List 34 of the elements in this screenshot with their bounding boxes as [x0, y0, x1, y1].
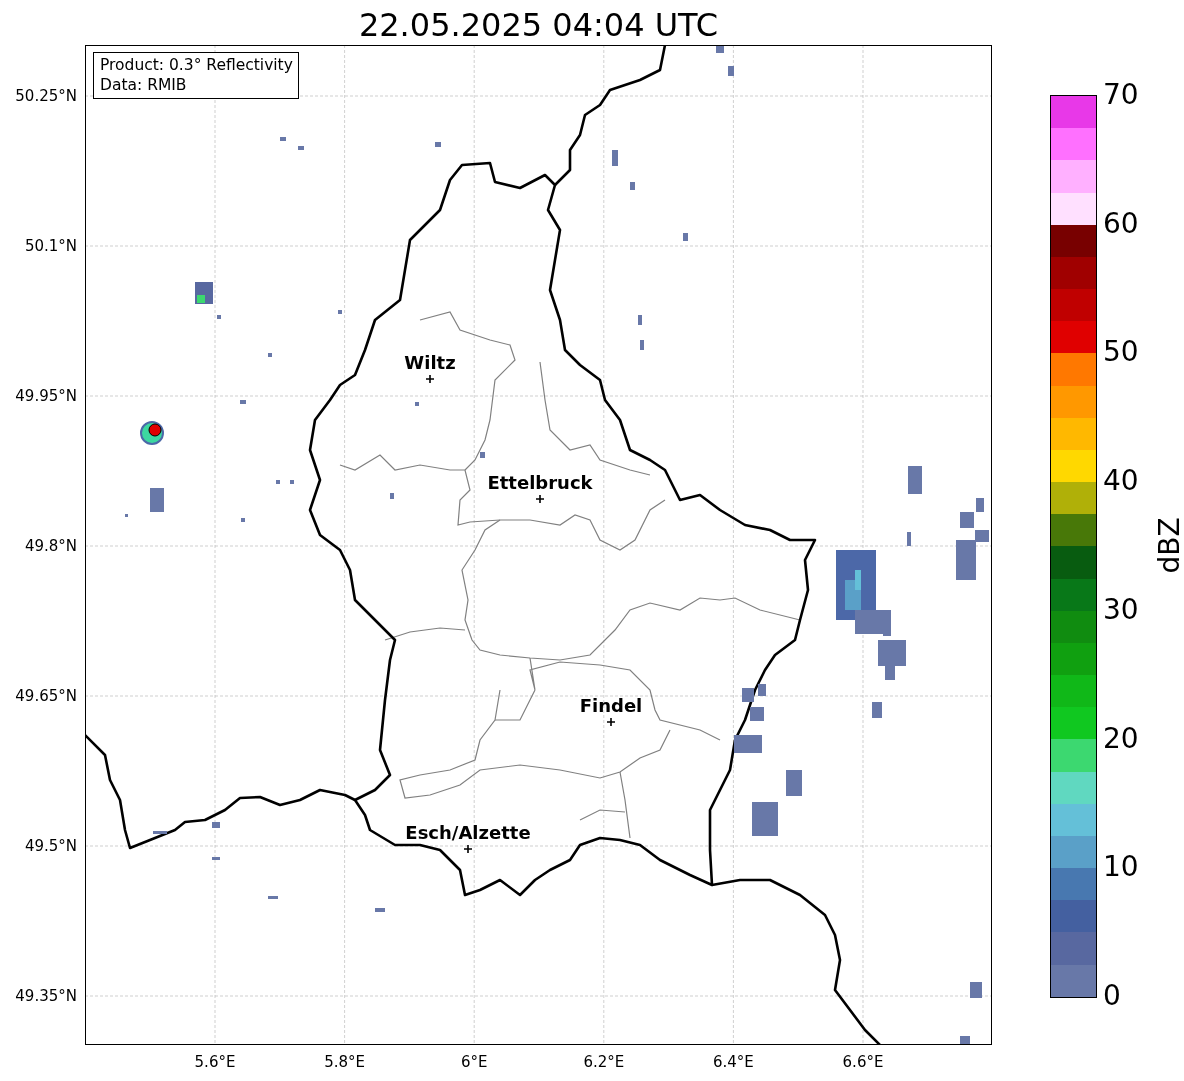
axis-label: 50.1°N [24, 237, 77, 255]
tick-label: 0 [1103, 980, 1121, 1012]
tick-label: 10 [1103, 851, 1139, 884]
tick-label: 60 [1103, 207, 1139, 240]
city-label: Wiltz [404, 352, 456, 374]
radar-site-icon [140, 421, 164, 445]
axis-label: 6°E [459, 1053, 489, 1071]
info-text: Product: 0.3° Reflectivity [100, 55, 293, 75]
tick-label: 40 [1103, 465, 1139, 498]
axis-label: 49.35°N [15, 987, 77, 1005]
axis-label: 49.5°N [24, 837, 77, 855]
axis-label: 6.4°E [711, 1053, 755, 1071]
info-text: Data: RMIB [100, 75, 188, 95]
axis-label: 5.6°E [193, 1053, 237, 1071]
axis-label: 49.65°N [15, 687, 77, 705]
city-label: Findel [579, 695, 643, 717]
tick-label: 30 [1103, 593, 1139, 626]
city-marker-icon [464, 845, 472, 853]
city-label: Esch/Alzette [405, 822, 531, 844]
axis-label: 49.95°N [15, 387, 77, 405]
axis-label: 5.8°E [323, 1053, 366, 1071]
axis-label: 6.6°E [841, 1053, 885, 1071]
chart-title: 22.05.2025 04:04 UTC [357, 5, 720, 45]
colorbar-label: dBZ [1152, 517, 1184, 574]
city-marker-icon [536, 495, 544, 503]
city-label: Ettelbruck [487, 472, 593, 494]
tick-label: 20 [1103, 722, 1139, 755]
axis-label: 6.2°E [582, 1053, 626, 1071]
city-marker-icon [607, 718, 615, 726]
city-marker-icon [426, 375, 434, 383]
tick-label: 70 [1103, 79, 1139, 111]
tick-label: 50 [1103, 336, 1139, 369]
axis-label: 50.25°N [15, 87, 77, 105]
axis-label: 49.8°N [24, 537, 77, 555]
